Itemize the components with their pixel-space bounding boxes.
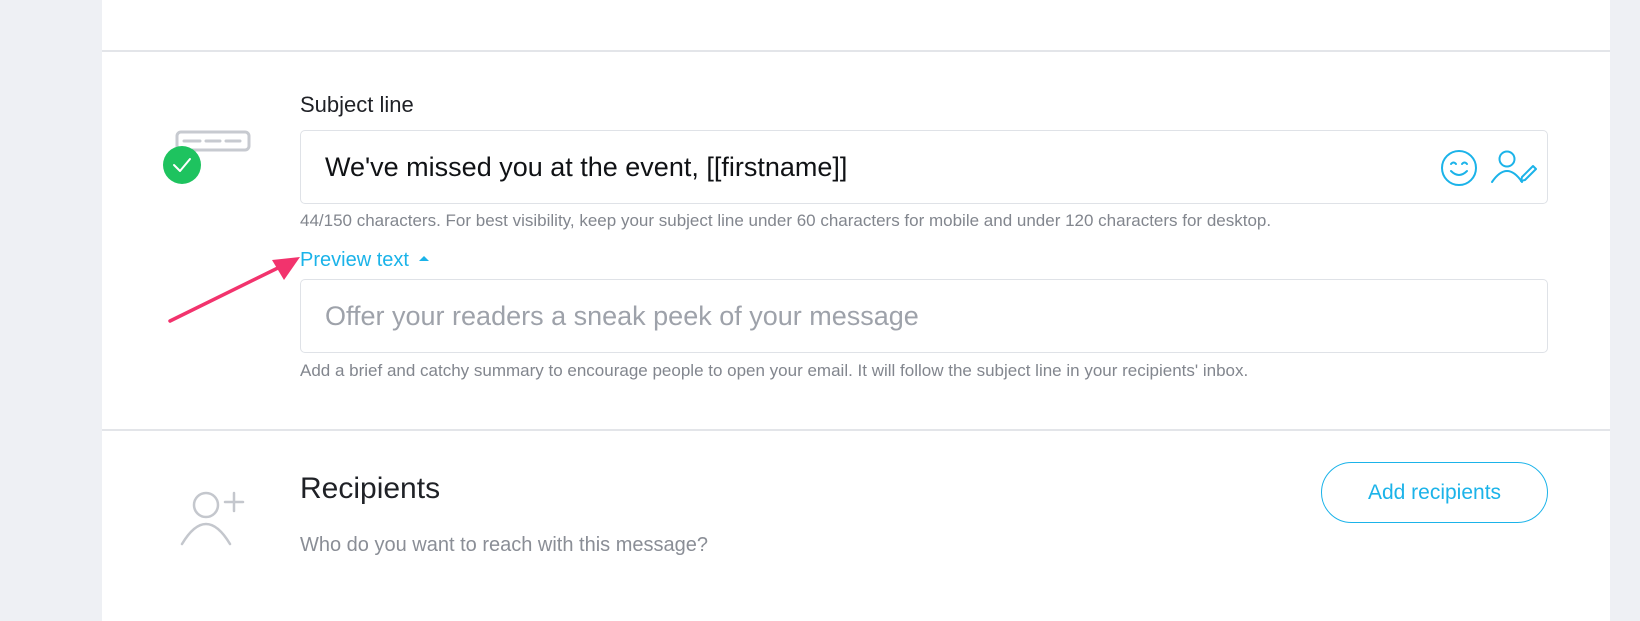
personalize-icon[interactable] — [1489, 148, 1537, 188]
recipients-title: Recipients — [300, 472, 441, 505]
preview-text-hint: Add a brief and catchy summary to encour… — [300, 361, 1249, 380]
subject-line-input[interactable]: We've missed you at the event, [[firstna… — [300, 130, 1548, 204]
caret-up-icon — [418, 256, 429, 262]
section-divider — [102, 429, 1610, 431]
subject-line-hint: 44/150 characters. For best visibility, … — [300, 211, 1272, 230]
preview-text-toggle[interactable]: Preview text — [300, 249, 429, 272]
emoji-icon[interactable] — [1439, 148, 1479, 188]
preview-text-placeholder: Offer your readers a sneak peek of your … — [325, 301, 919, 331]
add-recipients-button[interactable]: Add recipients — [1321, 462, 1548, 523]
subject-line-label: Subject line — [300, 92, 414, 117]
subject-status-icon — [162, 124, 254, 194]
preview-text-toggle-label: Preview text — [300, 249, 409, 271]
campaign-settings-panel: Subject line We've missed you at the eve… — [102, 0, 1610, 621]
preview-text-input[interactable]: Offer your readers a sneak peek of your … — [300, 279, 1548, 353]
recipients-subtitle: Who do you want to reach with this messa… — [300, 534, 708, 556]
section-divider — [102, 50, 1610, 52]
subject-line-value: We've missed you at the event, [[firstna… — [325, 152, 848, 182]
annotation-arrow-icon — [168, 257, 300, 323]
add-user-icon — [178, 490, 248, 546]
